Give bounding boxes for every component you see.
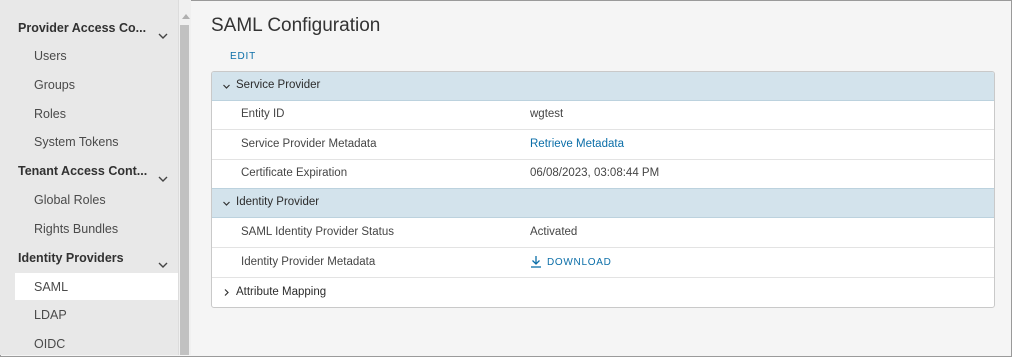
idp-status-label: SAML Identity Provider Status (241, 226, 394, 238)
service-provider-header[interactable]: Service Provider (212, 72, 994, 101)
entity-id-value: wgtest (530, 108, 564, 120)
sidebar-item-saml[interactable]: SAML (34, 280, 68, 294)
chevron-down-icon[interactable] (157, 173, 169, 185)
idp-status-value: Activated (530, 226, 578, 238)
saml-config-card: Service Provider Entity ID wgtest Servic… (211, 71, 995, 308)
table-row: Identity Provider Metadata DOWNLOAD (212, 248, 994, 278)
chevron-down-icon[interactable] (157, 30, 169, 42)
sidebar-item-oidc[interactable]: OIDC (34, 337, 65, 351)
sidebar-item-users[interactable]: Users (34, 49, 67, 63)
sidebar-item-groups[interactable]: Groups (34, 78, 75, 92)
sidebar-section-identity-providers[interactable]: Identity Providers (18, 251, 124, 265)
certificate-expiration-value: 06/08/2023, 03:08:44 PM (530, 167, 660, 179)
sp-metadata-label: Service Provider Metadata (241, 138, 377, 150)
identity-provider-header[interactable]: Identity Provider (212, 188, 994, 218)
sidebar-item-rights-bundles[interactable]: Rights Bundles (34, 222, 118, 236)
sidebar: Provider Access Co... Users Groups Roles… (0, 0, 178, 355)
attribute-mapping-header[interactable]: Attribute Mapping (212, 278, 994, 307)
chevron-right-icon[interactable] (222, 288, 231, 297)
scrollbar-thumb[interactable] (180, 25, 189, 355)
identity-provider-title: Identity Provider (236, 196, 320, 208)
table-row: Entity ID wgtest (212, 100, 994, 130)
sidebar-section-tenant-access[interactable]: Tenant Access Cont... (18, 164, 147, 178)
sidebar-section-provider-access[interactable]: Provider Access Co... (18, 21, 146, 35)
sidebar-item-ldap[interactable]: LDAP (34, 308, 67, 322)
retrieve-metadata-link[interactable]: Retrieve Metadata (530, 138, 624, 150)
download-label: DOWNLOAD (547, 257, 612, 268)
sidebar-item-roles[interactable]: Roles (34, 107, 66, 121)
chevron-down-icon[interactable] (222, 199, 231, 208)
edit-button[interactable]: EDIT (230, 51, 256, 62)
idp-metadata-label: Identity Provider Metadata (241, 256, 376, 268)
sidebar-item-global-roles[interactable]: Global Roles (34, 193, 106, 207)
sidebar-item-system-tokens[interactable]: System Tokens (34, 135, 119, 149)
page-title: SAML Configuration (211, 15, 381, 36)
table-row: SAML Identity Provider Status Activated (212, 218, 994, 248)
entity-id-label: Entity ID (241, 108, 285, 120)
certificate-expiration-label: Certificate Expiration (241, 167, 348, 179)
table-row: Certificate Expiration 06/08/2023, 03:08… (212, 159, 994, 188)
scroll-up-arrow-icon[interactable] (182, 14, 190, 19)
chevron-down-icon[interactable] (157, 259, 169, 271)
table-row: Service Provider Metadata Retrieve Metad… (212, 130, 994, 160)
attribute-mapping-title: Attribute Mapping (236, 286, 327, 298)
chevron-down-icon[interactable] (222, 82, 231, 91)
service-provider-title: Service Provider (236, 79, 321, 91)
download-icon (531, 256, 541, 268)
